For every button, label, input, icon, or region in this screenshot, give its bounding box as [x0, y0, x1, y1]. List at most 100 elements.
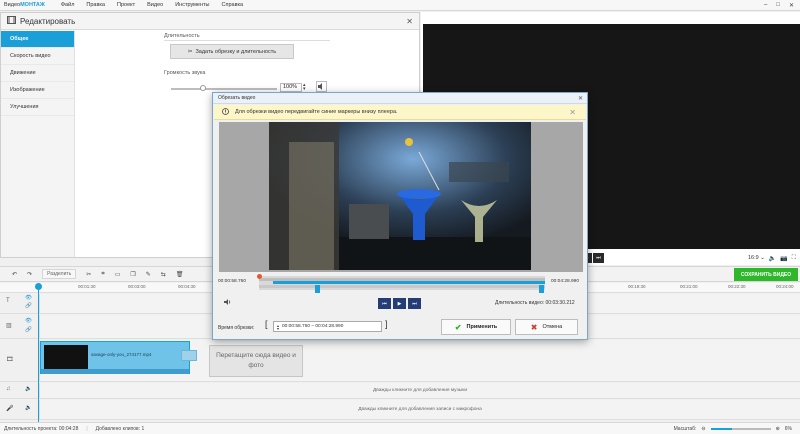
volume-value-field[interactable]: 100%	[280, 83, 302, 92]
playhead-handle[interactable]	[35, 283, 42, 290]
scissors-icon[interactable]: ✂	[86, 271, 91, 278]
eye-icon[interactable]: 👁	[25, 318, 32, 324]
dialog-title: Обрезать видео	[218, 95, 256, 101]
menu-edit[interactable]: Правка	[80, 2, 111, 8]
text-edit-icon[interactable]: ✎	[146, 271, 151, 278]
playhead-line	[38, 290, 39, 422]
chevron-down-icon: ⌄	[760, 255, 765, 261]
trim-duration-button[interactable]: ✂ Задать обрезку и длительность	[170, 44, 294, 59]
copy-icon[interactable]: ❐	[130, 271, 135, 278]
trim-start-marker[interactable]	[315, 285, 320, 293]
fullscreen-icon[interactable]: ⛶	[792, 255, 796, 262]
crop-icon[interactable]: ⌗	[101, 271, 104, 278]
mic-track-header: 🎤 🔈	[0, 400, 40, 419]
aspect-ratio-select[interactable]: 16:9 ⌄	[748, 255, 765, 261]
edit-nav: Общее Скорость видео Движение Изображени…	[1, 31, 75, 257]
dialog-close-button[interactable]: ✕	[578, 95, 583, 102]
clips-count-label: Добавлено клипов:	[95, 425, 141, 432]
apply-button[interactable]: ✔ Применить	[441, 319, 511, 335]
delete-icon[interactable]: 🗑	[176, 271, 184, 278]
dialog-titlebar: Обрезать видео ✕	[213, 93, 587, 104]
split-button[interactable]: Разделить	[42, 269, 77, 279]
preview-next-button[interactable]: ⏭	[593, 253, 604, 263]
video-clip[interactable]: savage-only-you_274177.mp4	[40, 341, 190, 374]
zoom-out-icon[interactable]: ⊖	[701, 426, 705, 432]
transition-icon[interactable]: ⇆	[161, 271, 166, 278]
next-frame-button[interactable]: ⏭	[408, 298, 421, 309]
trim-stepper-icon[interactable]: ▴ ▾	[277, 323, 279, 330]
menu-help[interactable]: Справка	[216, 2, 250, 8]
nav-item-speed[interactable]: Скорость видео	[1, 48, 74, 65]
ruler-tick: 00:03:00	[128, 284, 146, 289]
eye-icon[interactable]: 👁	[25, 295, 32, 301]
trim-playhead-marker[interactable]	[257, 274, 262, 279]
scale-label: Масштаб:	[673, 425, 697, 432]
drop-thumbnail-icon	[181, 350, 197, 361]
speaker-icon[interactable]: 🔈	[25, 405, 32, 411]
trim-start-bracket-icon[interactable]: [	[265, 319, 268, 329]
zoom-in-icon[interactable]: ⊕	[776, 426, 780, 432]
trim-video-dialog: Обрезать видео ✕ Для обрезки видео перед…	[212, 92, 588, 340]
scissors-icon: ✂	[187, 48, 193, 55]
hint-close-button[interactable]: ✕	[569, 108, 576, 117]
brand-name: МОНТАЖ	[20, 2, 45, 8]
aspect-ratio-value: 16:9	[747, 255, 759, 261]
volume-stepper-icon[interactable]: ▴ ▾	[303, 83, 306, 92]
nav-item-motion[interactable]: Движение	[1, 65, 74, 82]
cancel-button[interactable]: ✖ Отмена	[515, 319, 578, 335]
speaker-icon[interactable]: 🔈	[25, 386, 32, 392]
ruler-tick: 00:21:00	[680, 284, 698, 289]
link-icon[interactable]: 🔗	[25, 327, 32, 333]
previous-frame-button[interactable]: ⏮	[378, 298, 391, 309]
volume-slider-thumb[interactable]	[199, 85, 206, 91]
window-controls: – □ ✕	[764, 2, 800, 9]
camera-icon[interactable]: 📷	[780, 255, 787, 262]
film-icon: 🎞	[6, 357, 14, 363]
frame-icon[interactable]: ▭	[115, 271, 121, 278]
zoom-slider-fill	[710, 427, 732, 430]
volume-icon[interactable]: 🔈	[769, 255, 776, 262]
drop-zone[interactable]: Перетащите сюда видео и фото	[209, 345, 303, 377]
ruler-tick: 00:01:30	[78, 284, 96, 289]
music-track-header: ♫ 🔈	[0, 383, 40, 398]
speaker-icon[interactable]	[316, 81, 327, 92]
clip-thumbnail	[44, 345, 88, 369]
apply-label: Применить	[466, 324, 498, 330]
trim-hint-banner: Для обрезки видео передвигайте синие мар…	[214, 105, 586, 120]
zoom-control: Масштаб: ⊖ ⊕ 6%	[674, 426, 800, 432]
cancel-x-icon: ✖	[530, 322, 538, 332]
menu-tools[interactable]: Инструменты	[169, 2, 215, 8]
menu-file[interactable]: Файл	[55, 2, 81, 8]
save-video-button[interactable]: СОХРАНИТЬ ВИДЕО	[734, 268, 798, 281]
nav-item-general[interactable]: Общее	[1, 31, 74, 48]
overlay-track-icon: ▥	[6, 323, 12, 329]
dialog-volume-icon[interactable]	[223, 298, 232, 308]
microphone-icon: 🎤	[6, 406, 14, 412]
nav-item-enhance[interactable]: Улучшения	[1, 99, 74, 116]
music-note-icon: ♫	[6, 386, 11, 392]
redo-icon[interactable]: ↷	[27, 271, 32, 278]
menu-video[interactable]: Видео	[141, 2, 169, 8]
link-icon[interactable]: 🔗	[25, 303, 32, 309]
edit-panel-header: Редактировать ✕	[1, 13, 419, 30]
trim-time-label: Время обрезки:	[218, 325, 255, 331]
info-icon	[222, 107, 229, 117]
mic-track[interactable]: 🎤 🔈 Дважды кликните для добавления запис…	[0, 400, 800, 420]
nav-item-image[interactable]: Изображение	[1, 82, 74, 99]
maximize-button[interactable]: □	[776, 2, 780, 9]
zoom-slider[interactable]	[710, 427, 771, 430]
ruler-tick: 00:22:30	[728, 284, 746, 289]
close-window-button[interactable]: ✕	[789, 2, 794, 9]
trim-end-bracket-icon[interactable]: ]	[385, 319, 388, 329]
dialog-play-button[interactable]: ▶	[393, 298, 406, 309]
undo-icon[interactable]: ↶	[12, 271, 17, 278]
menu-project[interactable]: Проект	[111, 2, 141, 8]
video-track-header: 🎞	[0, 340, 40, 381]
close-edit-panel-button[interactable]: ✕	[406, 17, 413, 26]
trim-end-marker[interactable]	[539, 285, 544, 293]
volume-slider[interactable]	[171, 88, 277, 90]
clips-count-value: 1	[141, 425, 145, 432]
trim-time-field[interactable]: ▴ ▾ 00:00:58.760 – 00:04:28.990	[273, 321, 382, 332]
minimize-button[interactable]: –	[764, 2, 767, 9]
music-track[interactable]: ♫ 🔈 Дважды кликните для добавления музык…	[0, 383, 800, 399]
